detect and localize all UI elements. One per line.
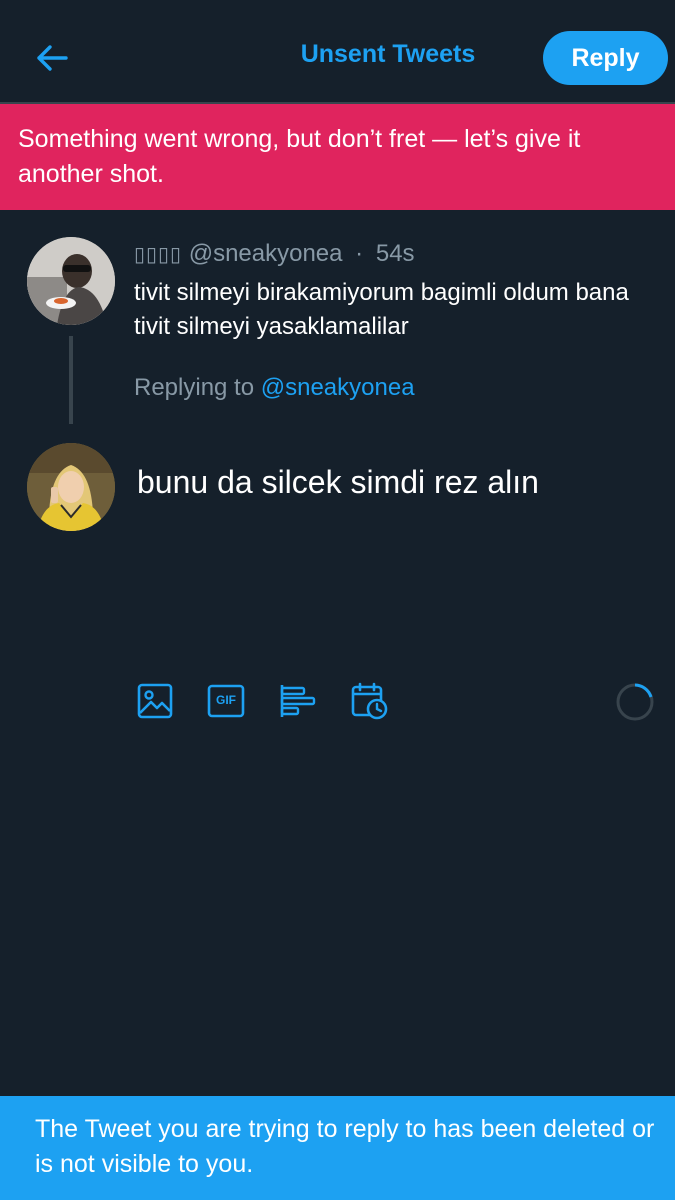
add-poll-button[interactable] [279, 682, 317, 720]
schedule-icon [351, 682, 388, 720]
character-count-spinner [615, 682, 655, 722]
image-icon [137, 683, 173, 719]
header-bar: Unsent Tweets Reply [0, 0, 675, 104]
replying-to: Replying to @sneakyonea [134, 374, 415, 402]
replying-to-prefix: Replying to [134, 374, 255, 401]
unsent-tweets-link[interactable]: Unsent Tweets [301, 40, 476, 68]
tweet-handle[interactable]: @sneakyonea [189, 240, 343, 267]
tweet-header: ▯▯▯▯ @sneakyonea · 54s [134, 240, 415, 268]
tweet-separator: · [355, 240, 364, 267]
back-button[interactable] [30, 38, 74, 78]
gif-icon-label: GIF [216, 693, 236, 707]
user-avatar [27, 443, 115, 531]
tweet-display-name[interactable]: ▯▯▯▯ [134, 244, 182, 266]
error-toast: The Tweet you are trying to reply to has… [0, 1096, 675, 1200]
schedule-button[interactable] [351, 682, 389, 720]
tweet-text: tivit silmeyi birakamiyorum bagimli oldu… [134, 279, 629, 340]
compose-input[interactable]: bunu da silcek simdi rez alın [137, 464, 539, 501]
poll-icon [280, 685, 316, 717]
add-image-button[interactable] [136, 682, 174, 720]
error-message: Something went wrong, but don’t fret — l… [18, 125, 581, 188]
profile-photo-icon [27, 443, 115, 531]
error-banner: Something went wrong, but don’t fret — l… [0, 104, 675, 210]
arrow-left-icon [37, 45, 68, 71]
toast-message: The Tweet you are trying to reply to has… [35, 1115, 655, 1178]
replying-to-handle[interactable]: @sneakyonea [261, 374, 415, 401]
compose-reply-screen: Unsent Tweets Reply Something went wrong… [0, 0, 675, 1200]
thread-connector [69, 336, 73, 424]
add-gif-button[interactable]: GIF [207, 682, 245, 720]
progress-ring-icon [616, 683, 654, 721]
avatar[interactable] [27, 237, 115, 325]
reply-button[interactable]: Reply [543, 31, 668, 85]
tweet-timestamp: 54s [375, 240, 415, 267]
profile-photo-icon [27, 237, 115, 325]
reply-button-label: Reply [571, 43, 640, 72]
